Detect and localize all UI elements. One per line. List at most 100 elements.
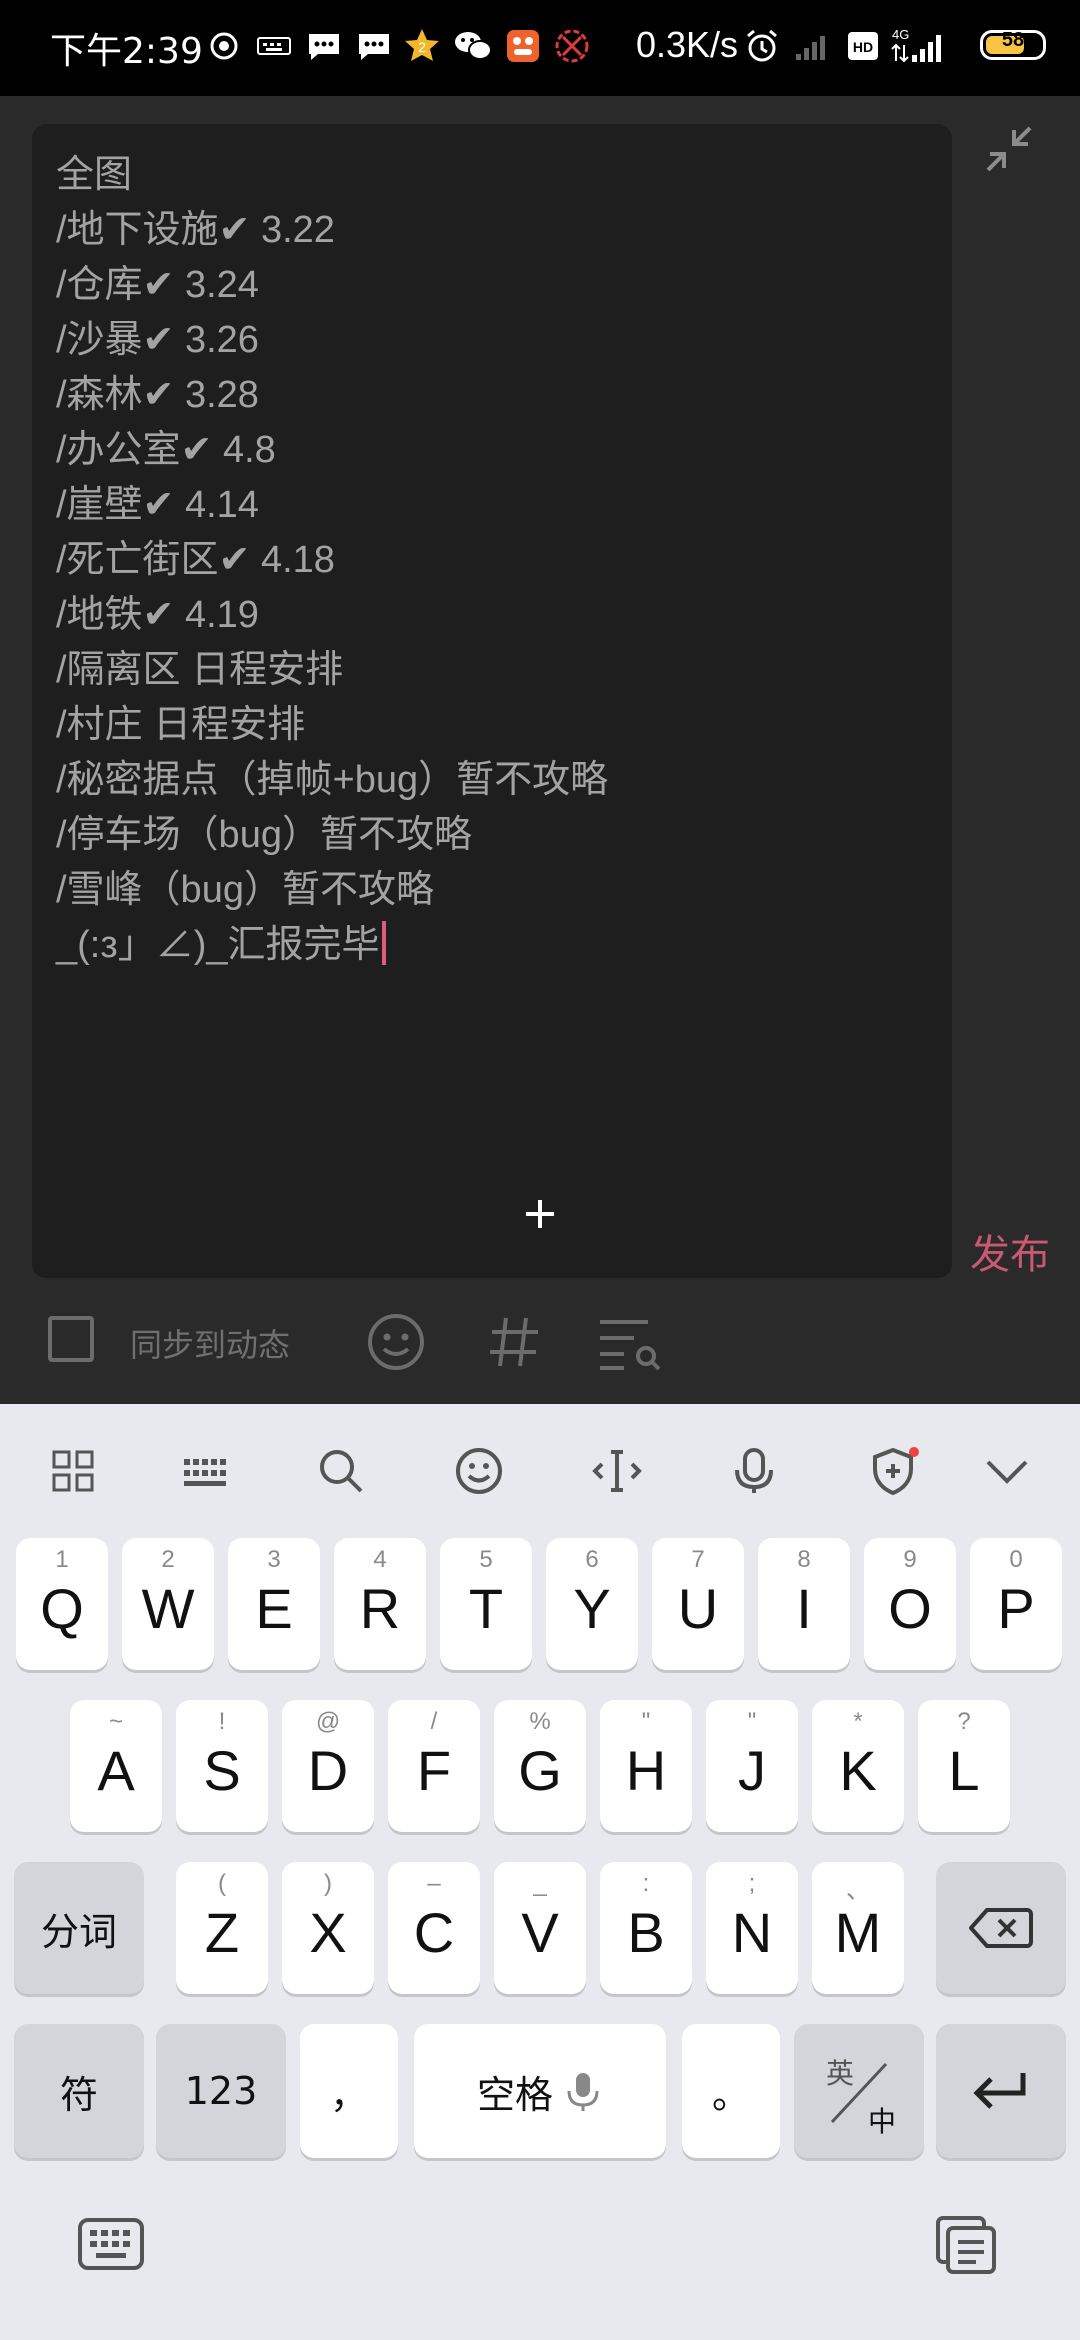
editor-line: /崖壁✔ 4.14 xyxy=(56,478,936,533)
key-hint: : xyxy=(642,1870,650,1897)
space-key[interactable]: 空格 xyxy=(414,2024,666,2158)
language-switch-key[interactable]: 英 中 xyxy=(794,2024,924,2158)
key-d[interactable]: @ D xyxy=(282,1700,374,1832)
key-z[interactable]: (Z xyxy=(176,1862,268,1994)
target-icon xyxy=(552,26,592,66)
status-time: 下午2:39 xyxy=(50,31,203,72)
search-icon[interactable] xyxy=(314,1444,368,1498)
symbol-key-label: 符 xyxy=(59,2072,98,2117)
editor-line: _(:з」∠)_汇报完毕 xyxy=(56,918,936,973)
key-letter: U xyxy=(677,1577,719,1640)
text-cursor xyxy=(381,921,386,965)
key-a[interactable]: ~ A xyxy=(70,1700,162,1832)
number-key[interactable]: 123 xyxy=(156,2024,286,2158)
key-hint: 3 xyxy=(267,1546,281,1573)
editor-line: /雪峰（bug）暂不攻略 xyxy=(56,863,936,918)
key-letter: E xyxy=(255,1577,293,1640)
key-hint: 2 xyxy=(161,1546,175,1573)
emoji-keyboard-icon[interactable] xyxy=(452,1444,506,1498)
key-n[interactable]: ; N xyxy=(706,1862,798,1994)
key-l[interactable]: ? L xyxy=(918,1700,1010,1832)
apps-grid-icon[interactable] xyxy=(46,1444,100,1498)
key-b[interactable]: :B xyxy=(600,1862,692,1994)
key-letter: P xyxy=(997,1577,1035,1640)
key-letter: L xyxy=(948,1739,980,1802)
key-v[interactable]: _ V xyxy=(494,1862,586,1994)
key-m[interactable]: 、 M xyxy=(812,1862,904,1994)
key-hint: ) xyxy=(324,1870,332,1897)
keyboard-layout-icon[interactable] xyxy=(178,1444,232,1498)
key-letter: D xyxy=(307,1739,349,1802)
collapse-icon[interactable] xyxy=(984,124,1034,174)
key-g[interactable]: % G xyxy=(494,1700,586,1832)
key-c[interactable]: – C xyxy=(388,1862,480,1994)
comma-key[interactable]: ， xyxy=(300,2024,398,2158)
key-hint: % xyxy=(529,1708,551,1735)
key-letter: F xyxy=(416,1739,452,1802)
key-x[interactable]: ) X xyxy=(282,1862,374,1994)
star-badge-icon: 2 xyxy=(402,26,442,66)
key-letter: S xyxy=(203,1739,241,1802)
key-p[interactable]: 0P xyxy=(970,1538,1062,1670)
cursor-move-icon[interactable] xyxy=(590,1444,644,1498)
publish-button[interactable]: 发布 xyxy=(970,1222,1050,1280)
key-hint: * xyxy=(853,1708,863,1735)
key-y[interactable]: 6Y xyxy=(546,1538,638,1670)
key-letter: B xyxy=(627,1901,665,1964)
key-k[interactable]: * K xyxy=(812,1700,904,1832)
editor-line: /仓库✔ 3.24 xyxy=(56,258,936,313)
key-s[interactable]: ! S xyxy=(176,1700,268,1832)
key-hint: – xyxy=(427,1870,441,1897)
key-letter: H xyxy=(625,1739,667,1802)
key-hint: 7 xyxy=(691,1546,705,1573)
key-hint: ~ xyxy=(108,1708,123,1735)
key-hint: ( xyxy=(218,1870,226,1897)
period-key-label: 。 xyxy=(711,2072,750,2117)
enter-key[interactable] xyxy=(936,2024,1066,2158)
symbol-key[interactable]: 符 xyxy=(14,2024,144,2158)
space-key-label: 空格 xyxy=(476,2072,553,2117)
add-button[interactable] xyxy=(512,1186,568,1242)
editor-line-text: /停车场（bug）暂不攻略 xyxy=(56,814,472,856)
editor-text[interactable]: 全图/地下设施✔ 3.22/仓库✔ 3.24/沙暴✔ 3.26/森林✔ 3.28… xyxy=(56,148,936,973)
editor-line: /村庄 日程安排 xyxy=(56,698,936,753)
security-shield-icon[interactable] xyxy=(866,1444,920,1498)
key-q[interactable]: 1Q xyxy=(16,1538,108,1670)
emoji-icon[interactable] xyxy=(366,1312,426,1372)
editor-line: /沙暴✔ 3.26 xyxy=(56,313,936,368)
key-hint: 0 xyxy=(1009,1546,1023,1573)
app-orange-icon xyxy=(503,26,543,66)
editor-line: /地铁✔ 4.19 xyxy=(56,588,936,643)
segment-key-label: 分词 xyxy=(40,1909,117,1954)
period-key[interactable]: 。 xyxy=(682,2024,780,2158)
chevron-down-icon[interactable] xyxy=(980,1444,1034,1498)
backspace-icon xyxy=(936,1862,1066,1994)
key-hint: ; xyxy=(748,1870,756,1897)
microphone-icon[interactable] xyxy=(727,1444,781,1498)
key-letter: A xyxy=(97,1739,135,1802)
key-j[interactable]: " J xyxy=(706,1700,798,1832)
key-h[interactable]: " H xyxy=(600,1700,692,1832)
editor-line-text: /雪峰（bug）暂不攻略 xyxy=(56,869,434,911)
key-f[interactable]: / F xyxy=(388,1700,480,1832)
search-list-icon[interactable] xyxy=(596,1312,666,1372)
hashtag-icon[interactable] xyxy=(484,1312,544,1372)
key-w[interactable]: 2W xyxy=(122,1538,214,1670)
key-letter: Q xyxy=(40,1577,84,1640)
key-i[interactable]: 8I xyxy=(758,1538,850,1670)
segment-key[interactable]: 分词 xyxy=(14,1862,144,1994)
clipboard-icon[interactable] xyxy=(932,2210,1002,2280)
key-hint: ? xyxy=(957,1708,971,1735)
backspace-key[interactable] xyxy=(936,1862,1066,1994)
key-t[interactable]: 5T xyxy=(440,1538,532,1670)
editor-line-text: 全图 xyxy=(56,154,133,196)
key-u[interactable]: 7U xyxy=(652,1538,744,1670)
key-e[interactable]: 3E xyxy=(228,1538,320,1670)
key-letter: Y xyxy=(573,1577,611,1640)
editor-line-text: /沙暴✔ 3.26 xyxy=(56,319,259,361)
key-r[interactable]: 4R xyxy=(334,1538,426,1670)
key-o[interactable]: 9O xyxy=(864,1538,956,1670)
keyboard-hide-icon[interactable] xyxy=(76,2210,146,2280)
key-letter: C xyxy=(413,1901,455,1964)
sync-checkbox[interactable] xyxy=(48,1316,94,1362)
